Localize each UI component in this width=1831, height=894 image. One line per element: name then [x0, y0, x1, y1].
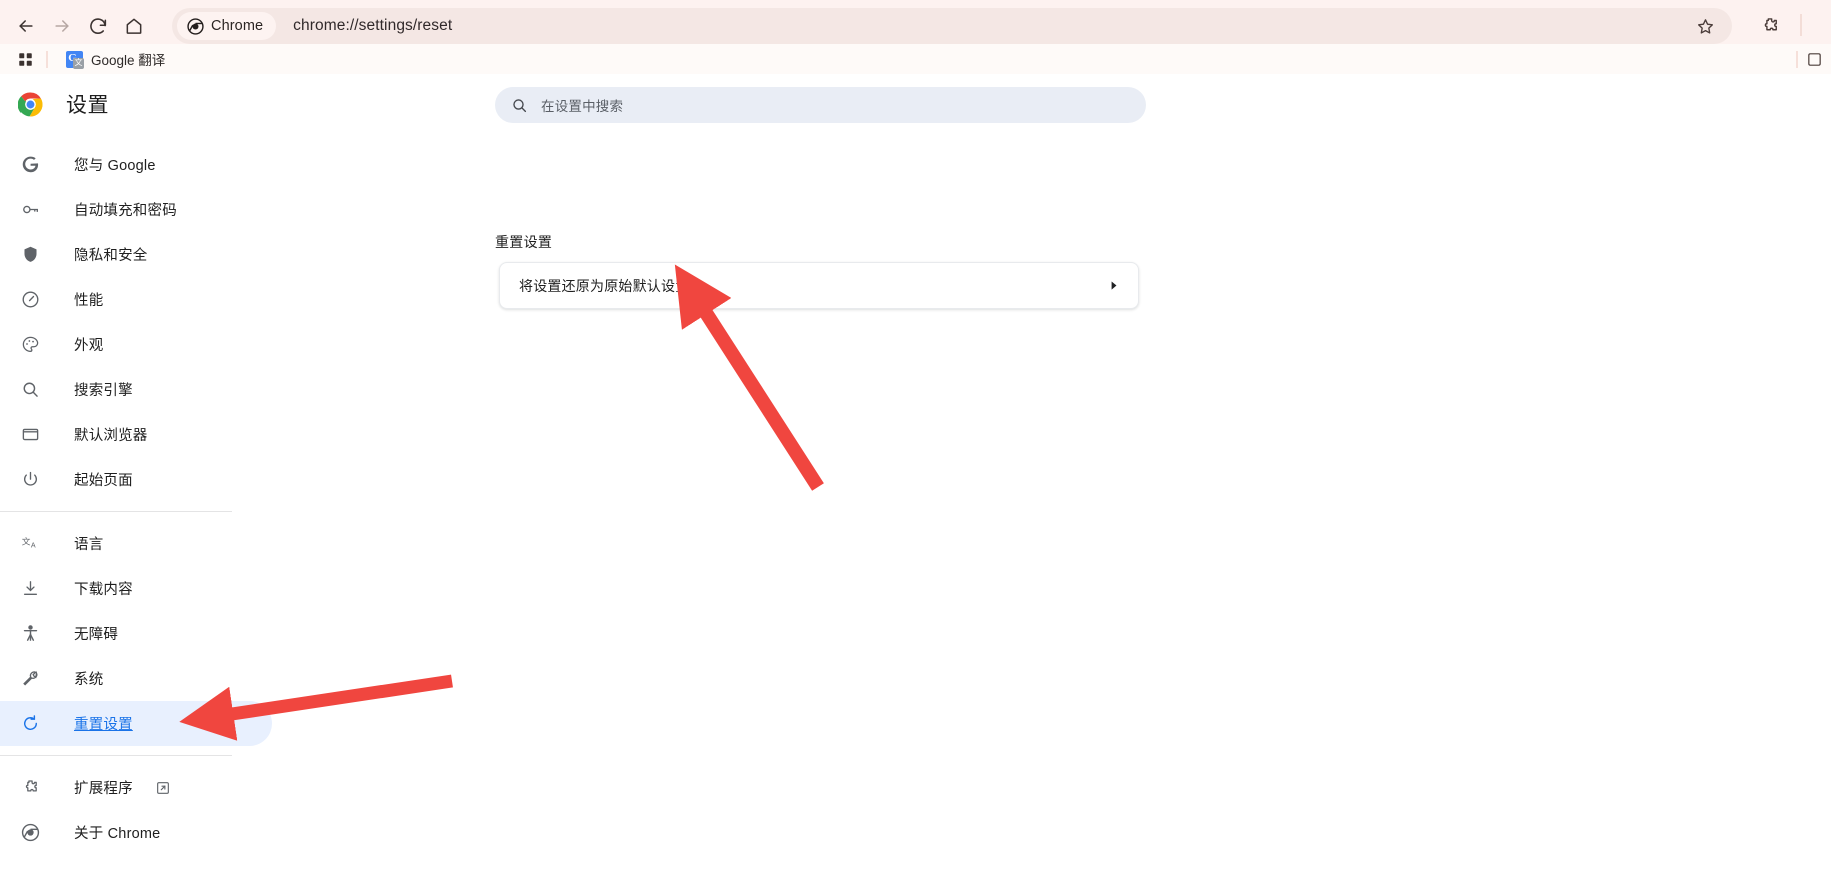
settings-main-content: 在设置中搜索 重置设置 将设置还原为原始默认设置: [272, 74, 1831, 894]
browser-window-icon: [20, 424, 41, 445]
sidebar-item-label: 自动填充和密码: [74, 203, 177, 219]
back-button[interactable]: [8, 8, 44, 44]
open-in-new-icon: [155, 780, 171, 796]
chrome-logo-icon: [18, 92, 43, 116]
sidebar-item-label: 隐私和安全: [74, 248, 148, 264]
section-title-reset-settings: 重置设置: [495, 234, 553, 250]
settings-header: 设置: [0, 74, 272, 134]
page-title: 设置: [66, 94, 109, 117]
sidebar-item-extensions[interactable]: 扩展程序: [0, 765, 272, 810]
reload-icon: [90, 17, 107, 34]
sidebar-divider: [0, 755, 232, 756]
toolbar-divider: [1800, 14, 1802, 36]
palette-icon: [20, 334, 41, 355]
power-icon: [20, 469, 41, 490]
sidebar-item-about-chrome[interactable]: 关于 Chrome: [0, 810, 272, 855]
chrome-outline-icon: [20, 822, 41, 843]
sidebar-item-languages[interactable]: 文A 语言: [0, 521, 272, 566]
sidebar-item-label: 关于 Chrome: [74, 826, 161, 842]
puzzle-piece-icon: [1764, 18, 1777, 31]
omnibox-chrome-chip[interactable]: Chrome: [177, 12, 277, 40]
key-icon: [20, 199, 41, 220]
settings-page: 设置 您与 Google 自动填充和密码 隐私和安全 性能 外观 搜索引擎 默认…: [0, 74, 1831, 894]
settings-sidebar: 设置 您与 Google 自动填充和密码 隐私和安全 性能 外观 搜索引擎 默认…: [0, 74, 272, 894]
forward-button[interactable]: [44, 8, 80, 44]
restore-defaults-row[interactable]: 将设置还原为原始默认设置: [499, 262, 1139, 309]
sidebar-item-label: 您与 Google: [74, 158, 156, 174]
chevron-right-icon: [1107, 279, 1120, 292]
apps-grid-icon: [18, 52, 32, 66]
svg-text:文: 文: [22, 535, 31, 547]
settings-nav-list: 您与 Google 自动填充和密码 隐私和安全 性能 外观 搜索引擎 默认浏览器…: [0, 142, 272, 855]
address-bar[interactable]: Chrome chrome://settings/reset: [172, 8, 1732, 44]
arrow-right-icon: [55, 19, 69, 32]
sidebar-item-label: 默认浏览器: [74, 428, 148, 444]
bookmark-star-button[interactable]: [1692, 13, 1718, 39]
omnibox-url-text: chrome://settings/reset: [293, 17, 453, 34]
home-icon: [126, 18, 142, 34]
download-icon: [20, 578, 41, 599]
bookmarks-bar: G 文 Google 翻译: [0, 44, 1831, 74]
sidebar-item-autofill-passwords[interactable]: 自动填充和密码: [0, 187, 272, 232]
sidebar-item-accessibility[interactable]: 无障碍: [0, 611, 272, 656]
sidebar-item-default-browser[interactable]: 默认浏览器: [0, 412, 272, 457]
sidebar-item-label: 外观: [74, 338, 104, 354]
speedometer-icon: [20, 289, 41, 310]
bookmarks-divider: [46, 50, 48, 68]
sidebar-item-label: 语言: [74, 537, 104, 553]
sidebar-item-label: 重置设置: [74, 717, 133, 733]
sidebar-item-search-engine[interactable]: 搜索引擎: [0, 367, 272, 412]
sidebar-item-label: 下载内容: [74, 582, 133, 598]
svg-text:A: A: [31, 541, 36, 549]
sidebar-item-privacy-security[interactable]: 隐私和安全: [0, 232, 272, 277]
sidebar-item-label: 搜索引擎: [74, 383, 133, 399]
sidebar-item-system[interactable]: 系统: [0, 656, 272, 701]
bookmarks-right-divider: [1796, 50, 1798, 68]
omnibox-chip-label: Chrome: [211, 18, 264, 34]
bookmark-star-icon: [1697, 18, 1713, 34]
bookmark-folder-icon[interactable]: [1806, 51, 1823, 68]
reload-button[interactable]: [80, 8, 116, 44]
sidebar-item-label: 性能: [74, 293, 104, 309]
shield-icon: [20, 244, 41, 265]
sidebar-divider: [0, 511, 232, 512]
translate-icon: 文A: [20, 533, 41, 554]
apps-grid-button[interactable]: [12, 46, 38, 72]
accessibility-icon: [20, 623, 41, 644]
sidebar-item-you-and-google[interactable]: 您与 Google: [0, 142, 272, 187]
sidebar-item-appearance[interactable]: 外观: [0, 322, 272, 367]
browser-window: Chrome chrome://settings/reset G 文 Googl…: [0, 0, 1831, 894]
restore-defaults-label: 将设置还原为原始默认设置: [519, 277, 690, 294]
sidebar-item-label: 无障碍: [74, 627, 119, 643]
google-g-icon: [20, 154, 41, 175]
sidebar-item-label: 系统: [74, 672, 104, 688]
bookmark-item-google-translate[interactable]: G 文 Google 翻译: [58, 46, 173, 72]
search-input[interactable]: 在设置中搜索: [495, 87, 1146, 123]
search-placeholder: 在设置中搜索: [541, 99, 624, 114]
wrench-icon: [20, 668, 41, 689]
puzzle-piece-icon: [20, 777, 41, 798]
reset-circular-arrow-icon: [20, 713, 41, 734]
home-button[interactable]: [116, 8, 152, 44]
bookmark-label: Google 翻译: [91, 53, 166, 68]
extensions-button[interactable]: [1752, 8, 1788, 44]
sidebar-item-reset-settings[interactable]: 重置设置: [0, 701, 272, 746]
sidebar-item-label: 起始页面: [74, 473, 133, 489]
sidebar-item-performance[interactable]: 性能: [0, 277, 272, 322]
bookmarks-bar-right: [1796, 44, 1823, 74]
google-translate-icon: G 文: [66, 50, 84, 69]
sidebar-item-label: 扩展程序: [74, 781, 133, 797]
search-icon: [513, 98, 527, 112]
search-icon: [20, 379, 41, 400]
sidebar-item-on-startup[interactable]: 起始页面: [0, 457, 272, 502]
sidebar-item-downloads[interactable]: 下载内容: [0, 566, 272, 611]
chrome-logo-icon: [187, 17, 204, 35]
arrow-left-icon: [19, 19, 33, 32]
